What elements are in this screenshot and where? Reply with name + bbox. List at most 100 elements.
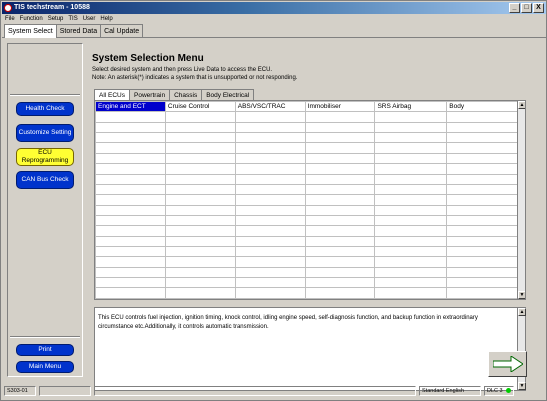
table-cell[interactable] (446, 225, 518, 237)
table-cell[interactable] (164, 246, 236, 258)
table-cell[interactable] (304, 277, 376, 289)
table-cell[interactable] (234, 194, 306, 206)
table-cell[interactable] (446, 204, 518, 216)
table-cell[interactable] (446, 163, 518, 175)
table-cell[interactable] (164, 142, 236, 154)
table-cell[interactable] (446, 287, 518, 299)
table-cell[interactable] (446, 132, 518, 144)
ecu-cell-body[interactable]: Body (446, 101, 518, 113)
table-cell[interactable] (374, 183, 448, 196)
table-cell[interactable] (374, 111, 448, 123)
table-cell[interactable] (304, 142, 376, 154)
table-cell[interactable] (95, 163, 166, 175)
table-cell[interactable] (446, 183, 518, 196)
table-cell[interactable] (374, 204, 448, 216)
ecu-cell-srs-airbag[interactable]: SRS Airbag (374, 101, 448, 113)
table-cell[interactable] (374, 225, 448, 237)
main-menu-button[interactable]: Main Menu (16, 361, 74, 373)
table-cell[interactable] (95, 235, 166, 248)
tab-powertrain[interactable]: Powertrain (129, 89, 171, 100)
table-cell[interactable] (374, 214, 448, 227)
table-cell[interactable] (164, 163, 236, 175)
can-bus-check-button[interactable]: CAN Bus Check (16, 171, 74, 189)
table-cell[interactable] (164, 214, 236, 227)
table-cell[interactable] (234, 214, 306, 227)
customize-setting-button[interactable]: Customize Setting (16, 124, 74, 142)
table-cell[interactable] (164, 111, 236, 123)
table-cell[interactable] (164, 235, 236, 248)
table-cell[interactable] (234, 246, 306, 258)
table-cell[interactable] (304, 111, 376, 123)
table-cell[interactable] (234, 173, 306, 185)
table-cell[interactable] (374, 277, 448, 289)
table-cell[interactable] (95, 142, 166, 154)
table-cell[interactable] (95, 225, 166, 237)
table-cell[interactable] (234, 266, 306, 279)
table-cell[interactable] (95, 111, 166, 123)
table-cell[interactable] (164, 152, 236, 165)
table-cell[interactable] (304, 246, 376, 258)
minimize-button[interactable]: _ (509, 3, 520, 13)
table-cell[interactable] (304, 152, 376, 165)
table-cell[interactable] (374, 121, 448, 134)
table-cell[interactable] (374, 287, 448, 299)
table-cell[interactable] (164, 225, 236, 237)
table-cell[interactable] (234, 111, 306, 123)
table-cell[interactable] (304, 173, 376, 185)
table-cell[interactable] (95, 121, 166, 134)
table-cell[interactable] (374, 256, 448, 268)
table-cell[interactable] (234, 132, 306, 144)
table-cell[interactable] (95, 246, 166, 258)
table-cell[interactable] (446, 277, 518, 289)
table-cell[interactable] (234, 256, 306, 268)
table-cell[interactable] (304, 256, 376, 268)
close-button[interactable]: X (533, 3, 544, 13)
table-cell[interactable] (304, 163, 376, 175)
tab-cal-update[interactable]: Cal Update (100, 24, 144, 37)
tab-stored-data[interactable]: Stored Data (55, 24, 102, 37)
table-cell[interactable] (95, 287, 166, 299)
table-cell[interactable] (446, 256, 518, 268)
tab-system-select[interactable]: System Select (4, 24, 57, 38)
table-cell[interactable] (234, 152, 306, 165)
table-cell[interactable] (446, 214, 518, 227)
table-cell[interactable] (234, 235, 306, 248)
table-cell[interactable] (304, 183, 376, 196)
table-cell[interactable] (164, 194, 236, 206)
table-cell[interactable] (234, 225, 306, 237)
table-cell[interactable] (304, 287, 376, 299)
table-cell[interactable] (446, 173, 518, 185)
table-cell[interactable] (446, 266, 518, 279)
table-cell[interactable] (234, 142, 306, 154)
menu-help[interactable]: Help (100, 14, 112, 24)
print-button[interactable]: Print (16, 344, 74, 356)
table-cell[interactable] (95, 152, 166, 165)
table-cell[interactable] (374, 266, 448, 279)
table-cell[interactable] (234, 121, 306, 134)
table-cell[interactable] (374, 132, 448, 144)
table-cell[interactable] (164, 121, 236, 134)
table-cell[interactable] (164, 183, 236, 196)
table-cell[interactable] (95, 256, 166, 268)
description-scrollbar[interactable]: ▲ ▼ (517, 308, 526, 390)
tab-body-electrical[interactable]: Body Electrical (201, 89, 255, 100)
table-cell[interactable] (164, 287, 236, 299)
table-cell[interactable] (304, 225, 376, 237)
table-cell[interactable] (234, 204, 306, 216)
table-cell[interactable] (374, 142, 448, 154)
menu-function[interactable]: Function (20, 14, 43, 24)
table-cell[interactable] (446, 235, 518, 248)
table-cell[interactable] (374, 194, 448, 206)
ecu-cell-cruise-control[interactable]: Cruise Control (164, 101, 236, 113)
table-cell[interactable] (234, 277, 306, 289)
menu-file[interactable]: File (5, 14, 15, 24)
table-cell[interactable] (304, 235, 376, 248)
table-cell[interactable] (446, 194, 518, 206)
menu-tis[interactable]: TIS (68, 14, 77, 24)
ecu-reprogramming-button[interactable]: ECU Reprogramming (16, 148, 74, 166)
table-cell[interactable] (374, 246, 448, 258)
table-cell[interactable] (95, 277, 166, 289)
table-cell[interactable] (446, 111, 518, 123)
table-cell[interactable] (95, 266, 166, 279)
maximize-button[interactable]: □ (521, 3, 532, 13)
